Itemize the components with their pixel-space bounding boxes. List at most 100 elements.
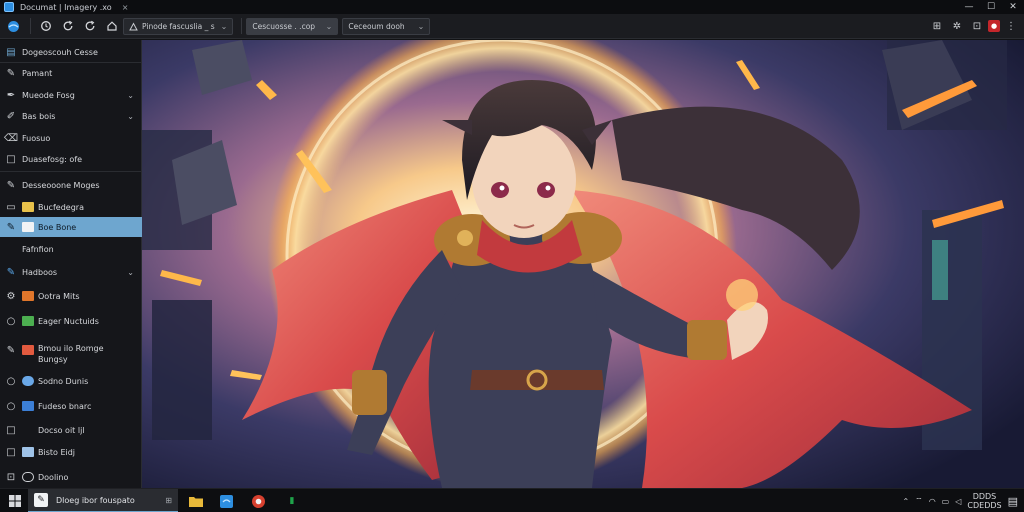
layer-thumb-icon bbox=[22, 222, 34, 232]
sidebar-item-label: Bmou ilo Romge Bungsy bbox=[38, 344, 104, 364]
clock-date: CDEDDS bbox=[967, 501, 1002, 510]
layer-select-value: Cescuosse . .cop bbox=[252, 21, 316, 31]
clock-time: DDDS bbox=[972, 492, 997, 501]
sidebar-item-label: Duasefosg: ofe bbox=[22, 154, 83, 164]
sidebar-item-doolino[interactable]: ⊡ Doolino bbox=[0, 467, 142, 487]
sidebar-item-label: Sodno Dunis bbox=[38, 376, 89, 386]
home-icon[interactable] bbox=[101, 15, 123, 37]
zoom-select[interactable]: Pinode fascuslia _ s ⌄ bbox=[123, 17, 234, 35]
layer-thumb-icon bbox=[22, 202, 34, 212]
image-canvas[interactable] bbox=[142, 40, 1024, 488]
chevron-up-icon[interactable]: ⌃ bbox=[902, 497, 909, 506]
sidebar-item-fafnfion[interactable]: Fafnfion bbox=[0, 239, 142, 259]
sidebar-item-label: Eager Nuctuids bbox=[38, 316, 99, 326]
sidebar-item-label: Bisto Eidj bbox=[38, 447, 76, 457]
sidebar-item-label: Bas bois bbox=[22, 111, 56, 121]
sidebar-item-duasefosg[interactable]: □ Duasefosg: ofe bbox=[0, 149, 142, 169]
sidebar-item-label: Fudeso bnarc bbox=[38, 401, 92, 411]
circle-icon: ○ bbox=[6, 400, 16, 412]
chevron-down-icon: ⌄ bbox=[220, 21, 228, 31]
brush-icon: ✎ bbox=[6, 266, 16, 278]
layer-thumb-icon bbox=[22, 472, 34, 482]
more-icon[interactable]: ⋮ bbox=[1002, 18, 1020, 35]
taskbar-app-label: Dloeg ibor fouspato bbox=[56, 495, 135, 505]
title-bar: Documat | Imagery .xo × — ☐ ✕ bbox=[0, 0, 1024, 14]
sidebar-item-sodno-dunis[interactable]: ○ Sodno Dunis bbox=[0, 371, 142, 391]
artwork bbox=[142, 40, 1024, 488]
windows-icon bbox=[9, 495, 21, 507]
circle-icon: ○ bbox=[6, 375, 16, 387]
layer-thumb-icon bbox=[22, 376, 34, 386]
sidebar-item-eager-nuctuids[interactable]: ○ Eager Nuctuids bbox=[0, 311, 142, 331]
window-title: Documat | Imagery .xo bbox=[20, 2, 112, 12]
sidebar-item-mueode-fosg[interactable]: ✒ Mueode Fosg ⌄ bbox=[0, 85, 142, 105]
eraser-icon: ⌫ bbox=[3, 132, 19, 144]
sidebar-item-docso-oit[interactable]: □ Docso oit ljl bbox=[0, 420, 142, 440]
redo-icon[interactable] bbox=[79, 15, 101, 37]
clock[interactable]: DDDS CDEDDS bbox=[967, 492, 1001, 510]
window-controls: — ☐ ✕ bbox=[958, 0, 1024, 14]
share-icon[interactable]: ⊡ bbox=[968, 18, 986, 35]
system-tray: ⌃ ⌔ ◠ ▭ ◁ DDDS CDEDDS ▤ bbox=[902, 489, 1024, 512]
sidebar-item-label: Ootra Mits bbox=[38, 291, 80, 301]
layer-thumb-icon bbox=[22, 447, 34, 457]
sidebar-item-label: Desseooone Moges bbox=[22, 180, 100, 190]
browser-logo-icon[interactable] bbox=[0, 15, 26, 37]
sidebar-header: ▤ Dogeoscouh Cesse bbox=[0, 42, 142, 62]
sidebar-item-boe-bone[interactable]: ✎ Boe Bone bbox=[0, 217, 142, 237]
toolbar-divider bbox=[241, 18, 243, 34]
sidebar-item-desseooone-moges[interactable]: ✎ Desseooone Moges bbox=[0, 175, 142, 195]
sidebar-item-label: Bucfedegra bbox=[38, 202, 84, 212]
sidebar-item-bucfedegra[interactable]: ▭ Bucfedegra bbox=[0, 197, 142, 217]
toolbar-right-actions: ⊞ ✲ ⊡ ● ⋮ bbox=[928, 18, 1020, 35]
network-icon[interactable]: ⌔ bbox=[915, 496, 923, 506]
sidebar-item-bisto-eidj[interactable]: □ Bisto Eidj bbox=[0, 442, 142, 462]
sidebar-item-pamant[interactable]: ✎ Pamant bbox=[0, 63, 142, 83]
chevron-down-icon[interactable]: ⌄ bbox=[127, 91, 134, 100]
layer-thumb-icon bbox=[22, 425, 34, 435]
close-tab-button[interactable]: × bbox=[122, 3, 129, 12]
layer-thumb-icon bbox=[22, 401, 34, 411]
square-icon: ⊡ bbox=[6, 471, 16, 483]
sidebar-item-fudeso-bnarc[interactable]: ○ Fudeso bnarc bbox=[0, 396, 142, 416]
layer-select[interactable]: Cescuosse . .cop ⌄ bbox=[246, 17, 339, 35]
sidebar-item-bmou-ilo[interactable]: ✎ Bmou ilo Romge Bungsy bbox=[0, 341, 142, 369]
pencil-icon: ✐ bbox=[6, 110, 16, 122]
volume-icon[interactable]: ◁ bbox=[955, 497, 961, 506]
layout-icon[interactable]: ⊞ bbox=[928, 18, 946, 35]
brush-icon: ✎ bbox=[6, 221, 16, 233]
battery-icon[interactable]: ▭ bbox=[942, 497, 950, 506]
sidebar-item-hadboos[interactable]: ✎ Hadboos ⌄ bbox=[0, 262, 142, 282]
edge-icon[interactable] bbox=[214, 489, 238, 512]
image-icon: ▭ bbox=[6, 201, 16, 213]
folder-icon[interactable] bbox=[184, 489, 208, 512]
terminal-icon[interactable]: ▮ bbox=[280, 489, 304, 512]
sidebar-item-bas-bois[interactable]: ✐ Bas bois ⌄ bbox=[0, 106, 142, 126]
close-button[interactable]: ✕ bbox=[1002, 0, 1024, 14]
sidebar-item-label: Docso oit ljl bbox=[38, 425, 85, 435]
notification-icon[interactable]: ▤ bbox=[1008, 495, 1018, 508]
record-icon[interactable]: ● bbox=[988, 20, 1000, 32]
chevron-down-icon: ⌄ bbox=[417, 21, 425, 31]
zoom-select-value: Pinode fascuslia _ s bbox=[142, 21, 215, 31]
task-view-icon[interactable]: ⊞ bbox=[165, 496, 172, 505]
blend-select[interactable]: Ceceoum dooh ⌄ bbox=[342, 17, 431, 35]
chevron-down-icon[interactable]: ⌄ bbox=[127, 112, 134, 121]
taskbar-active-app[interactable]: ✎ Dloeg ibor fouspato ⊞ bbox=[28, 489, 178, 512]
circle-icon: ○ bbox=[6, 315, 16, 327]
sidebar-item-ootra-mits[interactable]: ⚙ Ootra Mits bbox=[0, 286, 142, 306]
chrome-icon[interactable] bbox=[246, 489, 270, 512]
wifi-icon[interactable]: ◠ bbox=[929, 497, 936, 506]
chevron-down-icon[interactable]: ⌄ bbox=[127, 268, 134, 277]
refresh-icon[interactable] bbox=[57, 15, 79, 37]
layer-thumb-icon bbox=[22, 345, 34, 355]
settings-icon[interactable]: ✲ bbox=[948, 18, 966, 35]
sidebar: ▤ Dogeoscouh Cesse ✎ Pamant ✒ Mueode Fos… bbox=[0, 40, 142, 488]
history-icon[interactable] bbox=[35, 15, 57, 37]
maximize-button[interactable]: ☐ bbox=[980, 0, 1002, 14]
sidebar-item-fuosuo[interactable]: ⌫ Fuosuo bbox=[0, 128, 142, 148]
minimize-button[interactable]: — bbox=[958, 0, 980, 14]
app-icon: ✎ bbox=[34, 493, 48, 507]
square-icon: □ bbox=[6, 153, 16, 165]
start-button[interactable] bbox=[4, 489, 26, 512]
